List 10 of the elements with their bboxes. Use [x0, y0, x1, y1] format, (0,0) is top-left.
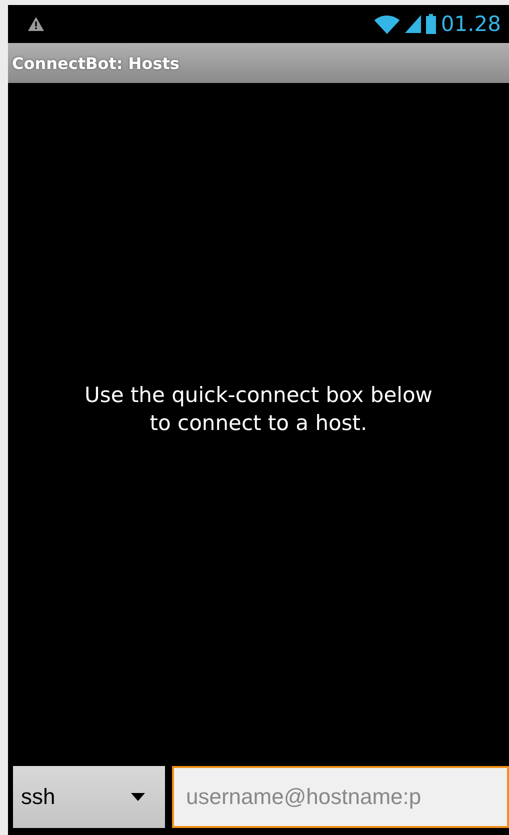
warning-icon: [28, 17, 44, 31]
window-title: ConnectBot: Hosts: [12, 54, 180, 72]
caret-icon: [131, 793, 145, 801]
status-time: 01.28: [440, 12, 501, 36]
empty-message: Use the quick-connect box below to connect to a host.: [84, 382, 434, 436]
wifi-icon: [374, 14, 400, 34]
battery-icon: [426, 14, 436, 34]
quick-connect-field[interactable]: username@hostname:p: [172, 766, 509, 828]
protocol-dropdown[interactable]: ssh: [13, 766, 165, 828]
signal-icon: [404, 15, 421, 33]
